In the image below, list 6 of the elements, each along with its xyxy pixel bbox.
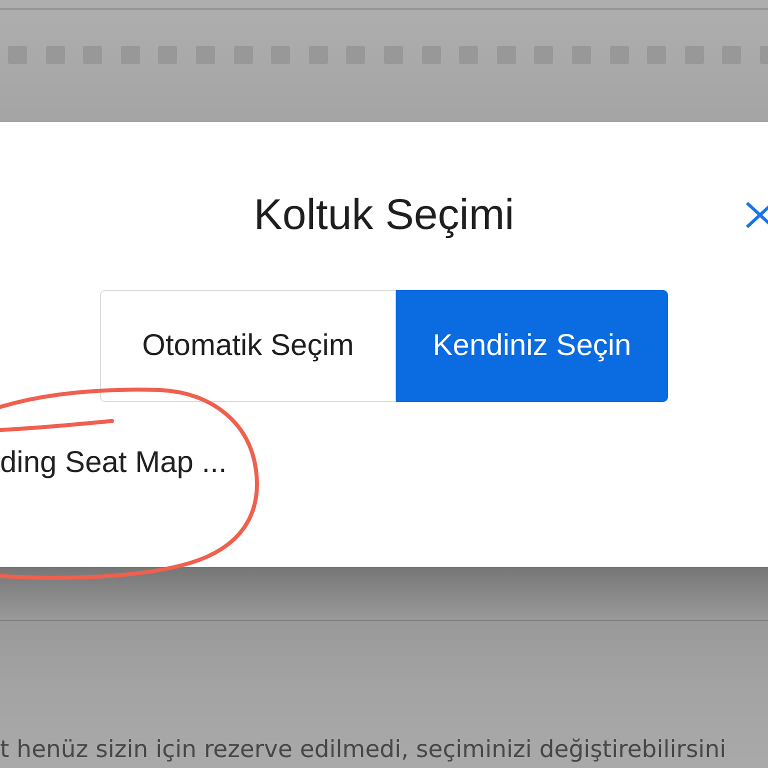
page-text: t henüz sizin için rezerve edilmedi, seçiminizi değiştirebilirsini	[0, 736, 726, 765]
close-icon[interactable]	[745, 201, 768, 229]
selection-tab[interactable]: Otomatik Seçim	[100, 290, 396, 402]
loading-text: ding Seat Map ...	[0, 447, 227, 479]
selection-tab[interactable]: Kendiniz Seçin	[396, 290, 668, 402]
modal-title: Koltuk Seçimi	[254, 192, 514, 238]
